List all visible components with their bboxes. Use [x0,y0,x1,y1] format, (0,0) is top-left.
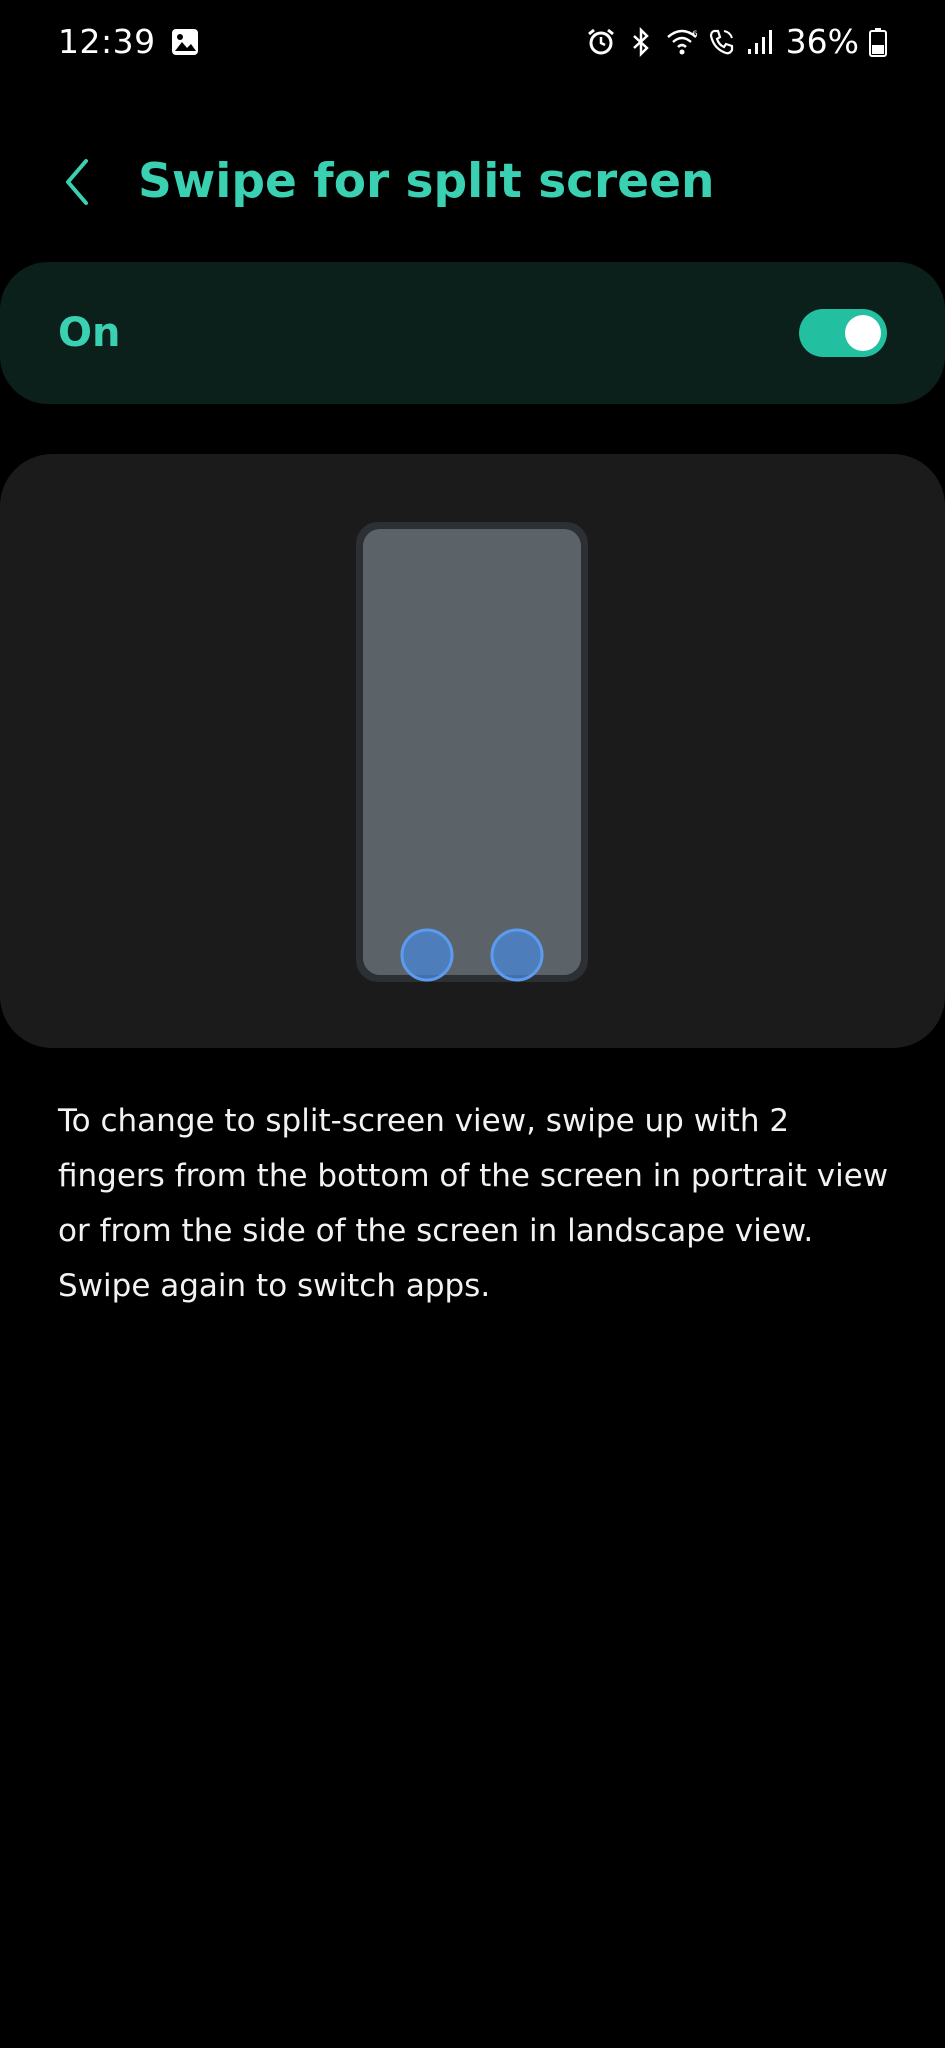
bluetooth-icon [626,26,656,57]
signal-icon [746,27,776,57]
toggle-switch[interactable] [799,309,887,357]
description-text: To change to split-screen view, swipe up… [58,1103,889,1304]
wifi-calling-icon [706,27,736,57]
header: Swipe for split screen [0,140,945,230]
phone-screen [363,529,581,975]
master-switch-row[interactable]: On [0,262,945,404]
wifi-icon: 6 [666,27,698,57]
page-title: Swipe for split screen [138,154,715,209]
back-button[interactable] [48,152,108,212]
battery-icon [869,27,887,57]
status-bar: 12:39 6 36% [0,0,945,84]
status-right: 6 36% [586,22,887,61]
illustration-card [0,454,945,1048]
status-time: 12:39 [58,22,156,61]
gallery-icon [170,27,200,57]
phone-illustration [356,522,588,982]
svg-text:6: 6 [692,30,698,40]
toggle-label: On [58,310,121,356]
chevron-left-icon [66,159,88,205]
finger-dot-left [400,928,454,982]
battery-percentage: 36% [785,22,859,61]
status-left: 12:39 [58,22,200,61]
alarm-icon [586,27,616,57]
switch-knob [845,315,881,351]
finger-dot-right [490,928,544,982]
